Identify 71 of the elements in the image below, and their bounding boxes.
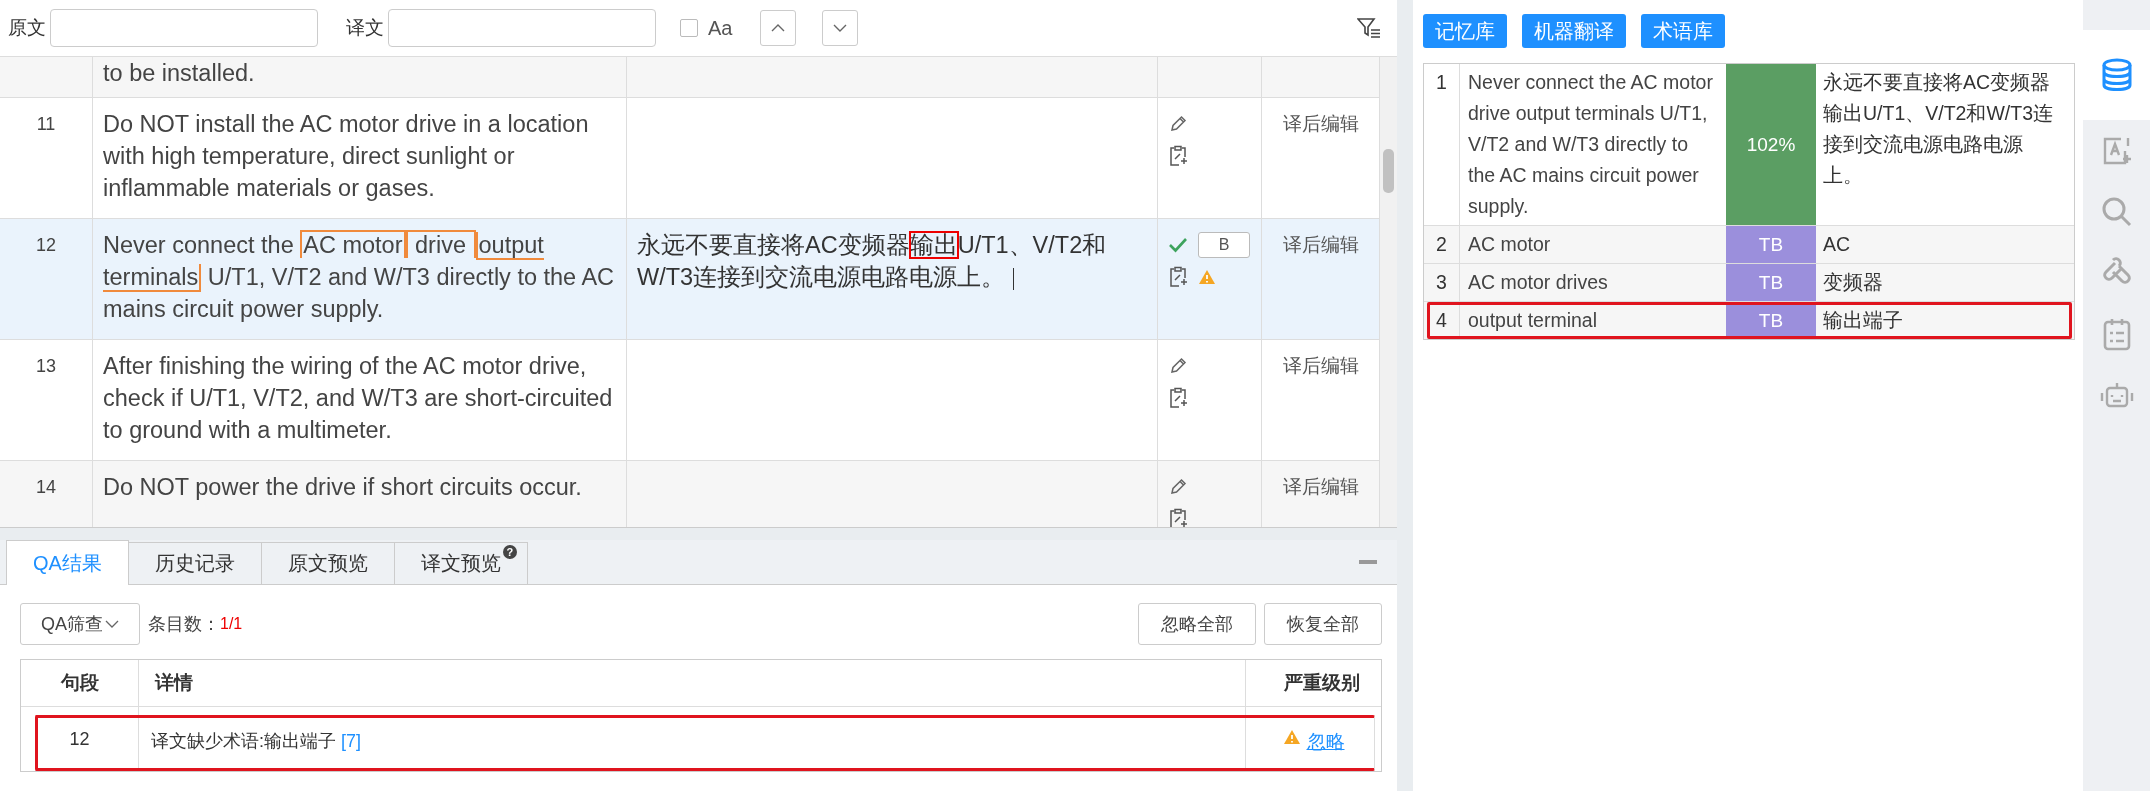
source-text: to be installed. — [103, 59, 256, 88]
previous-button[interactable] — [760, 10, 797, 46]
clipboard-plus-icon[interactable] — [1168, 508, 1188, 527]
help-icon[interactable]: ? — [502, 545, 517, 559]
search-icon — [2100, 196, 2133, 228]
panel-tab[interactable]: 译文预览 ? — [393, 542, 528, 584]
source-text: Never connect the AC motor drive output terminals U/T1, V/T2 and W/T3 directly to the AC mains circuit power supply. — [103, 229, 616, 324]
match-target: 变频器 — [1823, 271, 1883, 293]
status-label: 译后编辑 — [1282, 355, 1359, 376]
match-target: 输出端子 — [1823, 309, 1903, 331]
segment-number: 11 — [36, 114, 56, 134]
sidebar-item[interactable] — [2083, 30, 2150, 120]
match-score: 102% — [1726, 64, 1816, 225]
status-label: 译后编辑 — [1282, 476, 1359, 497]
match-target: AC — [1823, 233, 1851, 255]
pencil-icon[interactable] — [1168, 477, 1188, 497]
action-button[interactable]: 恢复全部 — [1264, 603, 1382, 645]
segment-row[interactable]: 12 Never connect the AC motor drive output terminals U/T1, V/T2 and W/T3 directly to the AC mains circuit power supply. 永远不要直接将AC变频器输出U/T1、V/T2和W/T3连接到交流电源电路电源上。 B 译后编辑 — [0, 219, 1380, 340]
status-label: 译后编辑 — [1282, 234, 1359, 255]
match-score: TB — [1726, 226, 1816, 263]
source-text: After finishing the wiring of the AC motor drive, check if U/T1, V/T2, and W/T3 are short-circuited to ground with a multimeter. — [103, 352, 614, 445]
scrollbar-thumb[interactable] — [1383, 149, 1394, 193]
match-target: 永远不要直接将AC变频器输出U/T1、V/T2和W/T3连接到交流电源电路电源上。 — [1823, 71, 2054, 186]
table-cell: 12 — [69, 729, 90, 749]
count-value: 1/1 — [220, 615, 243, 633]
match-number: 1 — [1436, 71, 1447, 93]
source-text: Do NOT power the drive if short circuits occur. — [103, 473, 583, 502]
column-header: 严重级别 — [1282, 671, 1361, 695]
match-source: AC motor — [1468, 233, 1551, 255]
column-header: 句段 — [21, 660, 139, 706]
clipboard-plus-icon[interactable] — [1168, 266, 1188, 288]
segment-number: 12 — [36, 235, 56, 255]
count-label: 条目数： — [148, 613, 220, 636]
match-number: 4 — [1436, 309, 1447, 331]
clipboard-list-icon — [2101, 317, 2132, 351]
tag-box[interactable]: B — [1198, 232, 1250, 258]
segment-row[interactable]: 14 Do NOT power the drive if short circuits occur. 译后编辑 — [0, 461, 1380, 527]
segment-number: 13 — [36, 356, 56, 376]
target-text[interactable]: 永远不要直接将AC变频器输出U/T1、V/T2和W/T3连接到交流电源电路电源上。 — [637, 229, 1147, 293]
match-number: 2 — [1436, 233, 1447, 255]
match-source: output terminal — [1468, 309, 1597, 331]
source-filter-field[interactable] — [50, 9, 318, 47]
next-button[interactable] — [822, 10, 859, 46]
qa-filter-dropdown[interactable]: QA筛查 — [20, 603, 140, 645]
chevron-down-icon — [105, 619, 119, 629]
check-icon[interactable] — [1168, 237, 1188, 253]
chevron-up-icon — [771, 23, 786, 33]
database-icon — [2100, 58, 2133, 92]
source-text: Do NOT install the AC motor drive in a location with high temperature, direct sunlight or inflammable materials or gases. — [103, 110, 590, 203]
action-button[interactable]: 忽略全部 — [1138, 603, 1256, 645]
filter-icon[interactable] — [1357, 17, 1381, 39]
target-filter-field[interactable] — [388, 9, 656, 47]
target-filter-label: 译文 — [346, 16, 384, 40]
pencil-icon[interactable] — [1168, 356, 1188, 376]
match-source: AC motor drives — [1468, 271, 1608, 293]
source-filter-label: 原文 — [8, 16, 46, 40]
warning-icon — [1198, 269, 1216, 285]
clipboard-plus-icon[interactable] — [1168, 145, 1188, 167]
segment-number: 14 — [36, 477, 56, 497]
match-number: 3 — [1436, 271, 1447, 293]
robot-icon — [2099, 380, 2134, 410]
pencil-icon[interactable] — [1168, 114, 1188, 134]
status-label: 译后编辑 — [1282, 113, 1359, 134]
match-score: TB — [1726, 264, 1816, 301]
column-header: 详情 — [139, 660, 1246, 706]
chevron-down-icon — [833, 23, 848, 33]
match-case-label: Aa — [708, 16, 733, 40]
clipboard-plus-icon[interactable] — [1168, 387, 1188, 409]
match-source: Never connect the AC motor drive output terminals U/T1, V/T2 and W/T3 directly to the AC mains circuit power supply. — [1468, 71, 1713, 217]
issue-detail: 译文缺少术语:输出端子 — [151, 731, 336, 751]
match-case-checkbox[interactable] — [680, 19, 698, 37]
